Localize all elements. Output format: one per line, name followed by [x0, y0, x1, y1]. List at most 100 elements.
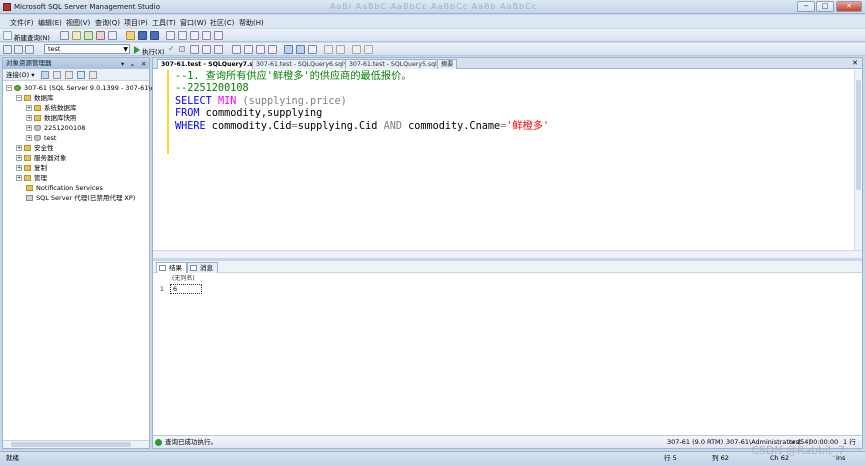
- minimize-button[interactable]: −: [797, 1, 815, 12]
- refresh-icon[interactable]: [77, 71, 85, 79]
- disconnect-icon[interactable]: [14, 45, 23, 54]
- column-header[interactable]: (无列名): [170, 274, 202, 284]
- tab-results[interactable]: 结果: [156, 262, 187, 273]
- comment-out-icon[interactable]: [296, 45, 305, 54]
- expand-icon[interactable]: +: [26, 105, 32, 111]
- tab-sqlquery7[interactable]: 307-61.test - SQLQuery7.sql*: [157, 59, 267, 69]
- display-plan-icon[interactable]: [190, 45, 199, 54]
- connect-icon[interactable]: [3, 45, 12, 54]
- sql-code[interactable]: --1. 查询所有供应'鲜橙多'的供应商的最低报价。 --2251200108 SE…: [175, 71, 549, 133]
- save-icon[interactable]: [138, 31, 147, 40]
- intellisense-icon[interactable]: [214, 45, 223, 54]
- query-options-icon[interactable]: [202, 45, 211, 54]
- results-to-text-icon[interactable]: [256, 45, 265, 54]
- expand-icon[interactable]: +: [16, 175, 22, 181]
- properties-icon[interactable]: [202, 31, 211, 40]
- parse-check-icon[interactable]: ✓: [168, 44, 175, 53]
- disconnect-server-icon[interactable]: [53, 71, 61, 79]
- change-connection-icon[interactable]: [25, 45, 34, 54]
- client-stats-icon[interactable]: [244, 45, 253, 54]
- increase-indent-icon[interactable]: [336, 45, 345, 54]
- template-explorer-icon[interactable]: [190, 31, 199, 40]
- filter-icon[interactable]: [89, 71, 97, 79]
- connect-server-icon[interactable]: [41, 71, 49, 79]
- scroll-thumb[interactable]: [11, 442, 131, 447]
- tab-messages[interactable]: 消息: [187, 262, 218, 273]
- tree-node-server-objects[interactable]: + 服务器对象: [16, 153, 67, 163]
- open-file-icon[interactable]: [126, 31, 135, 40]
- execute-button[interactable]: 执行(X): [142, 46, 165, 56]
- include-plan-icon[interactable]: [232, 45, 241, 54]
- maximize-button[interactable]: □: [816, 1, 834, 12]
- more-icon[interactable]: [364, 45, 373, 54]
- registered-servers-icon[interactable]: [166, 31, 175, 40]
- editor-horizontal-scrollbar[interactable]: [153, 250, 862, 258]
- menu-help[interactable]: 帮助(H): [239, 18, 264, 28]
- sql-editor[interactable]: --1. 查询所有供应'鲜橙多'的供应商的最低报价。 --2251200108 SE…: [153, 70, 862, 250]
- document-area: 307-61.test - SQLQuery7.sql* 307-61.test…: [152, 57, 863, 449]
- window-title: Microsoft SQL Server Management Studio: [14, 3, 160, 11]
- database-select[interactable]: test ▼: [44, 44, 130, 54]
- row-number[interactable]: 1: [155, 284, 169, 294]
- expand-icon[interactable]: +: [16, 165, 22, 171]
- menu-view[interactable]: 视图(V): [66, 18, 90, 28]
- expand-icon[interactable]: +: [16, 145, 22, 151]
- menu-file[interactable]: 文件(F): [10, 18, 34, 28]
- expand-icon[interactable]: +: [16, 155, 22, 161]
- tree-node-notification-services[interactable]: Notification Services: [26, 183, 103, 193]
- close-tab-icon[interactable]: ✕: [852, 59, 858, 67]
- tree-node-snapshots[interactable]: + 数据库快照: [26, 113, 77, 123]
- menu-tools[interactable]: 工具(T): [152, 18, 176, 28]
- stop-icon[interactable]: [65, 71, 73, 79]
- results-to-grid-icon[interactable]: [268, 45, 277, 54]
- tab-summary[interactable]: 摘要: [437, 59, 458, 69]
- expand-icon[interactable]: +: [26, 135, 32, 141]
- analysis-query-icon[interactable]: [72, 31, 81, 40]
- save-all-icon[interactable]: [150, 31, 159, 40]
- dmx-query-icon[interactable]: [96, 31, 105, 40]
- folder-icon: [34, 115, 41, 121]
- collapse-icon[interactable]: −: [6, 85, 12, 91]
- menu-window[interactable]: 窗口(W): [180, 18, 206, 28]
- tree-node-db-test[interactable]: + test: [26, 133, 56, 143]
- tree-horizontal-scrollbar[interactable]: [3, 440, 149, 448]
- menu-edit[interactable]: 编辑(E): [38, 18, 62, 28]
- scroll-thumb[interactable]: [856, 80, 861, 190]
- tree-node-sql-agent[interactable]: SQL Server 代理(已禁用代理 XP): [26, 193, 135, 203]
- expand-icon[interactable]: +: [26, 125, 32, 131]
- tree-node-system-databases[interactable]: + 系统数据库: [26, 103, 77, 113]
- cancel-query-icon[interactable]: [179, 46, 185, 52]
- connect-dropdown[interactable]: 连接(O) ▾: [6, 71, 35, 79]
- db-engine-query-icon[interactable]: [60, 31, 69, 40]
- tree-node-databases[interactable]: − 数据库: [16, 93, 54, 103]
- menu-project[interactable]: 项目(P): [124, 18, 148, 28]
- document-tabs: 307-61.test - SQLQuery7.sql* 307-61.test…: [153, 58, 862, 69]
- result-cell[interactable]: 6: [170, 284, 202, 294]
- decrease-indent-icon[interactable]: [324, 45, 333, 54]
- specify-values-icon[interactable]: [352, 45, 361, 54]
- uncomment-icon[interactable]: [308, 45, 317, 54]
- xmla-query-icon[interactable]: [108, 31, 117, 40]
- toolbox-icon[interactable]: [214, 31, 223, 40]
- collapse-icon[interactable]: −: [16, 95, 22, 101]
- editor-gutter: [153, 70, 167, 250]
- tree-node-server[interactable]: − 307-61 (SQL Server 9.0.1399 - 307-61\en: [6, 83, 159, 93]
- tree-node-management[interactable]: + 管理: [16, 173, 47, 183]
- new-query-button[interactable]: 新建查询(N): [14, 32, 50, 42]
- close-button[interactable]: ✕: [836, 1, 862, 12]
- tree-node-security[interactable]: + 安全性: [16, 143, 54, 153]
- mdx-query-icon[interactable]: [84, 31, 93, 40]
- results-to-file-icon[interactable]: [284, 45, 293, 54]
- editor-vertical-scrollbar[interactable]: [854, 70, 862, 250]
- results-grid[interactable]: (无列名) 1 6: [153, 274, 862, 432]
- menu-query[interactable]: 查询(Q): [95, 18, 120, 28]
- ssms-app-icon: [3, 3, 11, 11]
- tree-node-replication[interactable]: + 复制: [16, 163, 47, 173]
- tree-node-db-2251200108[interactable]: +2251200108: [26, 123, 85, 133]
- tab-sqlquery5[interactable]: 307-61.test - SQLQuery5.sql*: [345, 59, 444, 69]
- menu-community[interactable]: 社区(C): [210, 18, 234, 28]
- expand-icon[interactable]: +: [26, 115, 32, 121]
- new-query-icon: [3, 31, 12, 40]
- tab-sqlquery6[interactable]: 307-61.test - SQLQuery6.sql*: [252, 59, 351, 69]
- object-explorer-icon[interactable]: [178, 31, 187, 40]
